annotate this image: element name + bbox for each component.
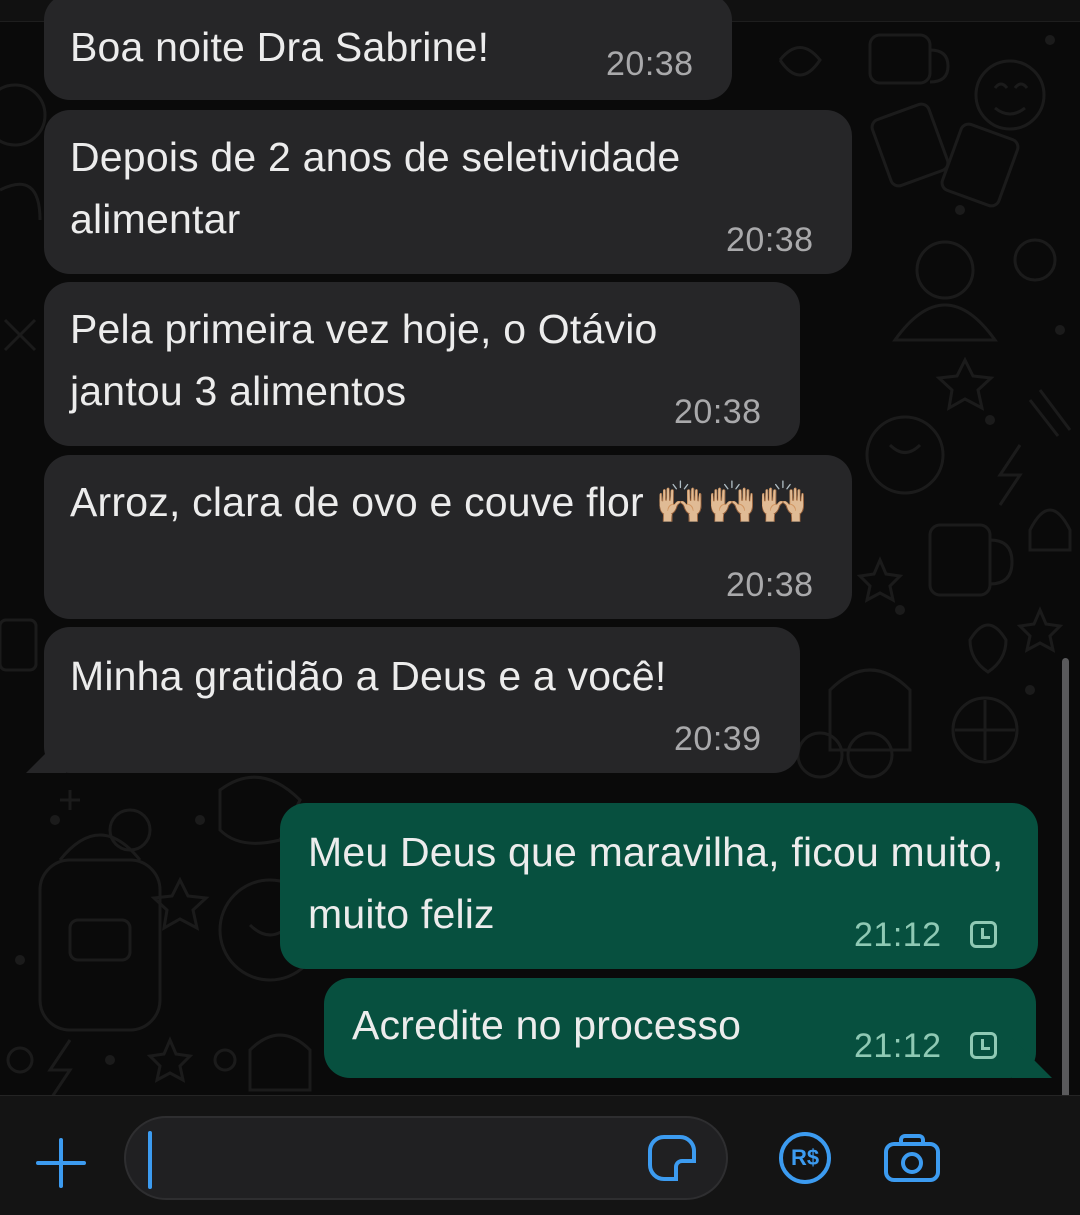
incoming-message[interactable]: Boa noite Dra Sabrine! 20:38 [44,0,732,100]
message-time: 20:39 [674,720,762,758]
incoming-message[interactable]: Arroz, clara de ovo e couve flor 🙌🏼🙌🏼🙌🏼 … [44,455,852,619]
payment-label: R$ [790,1145,820,1170]
payment-button[interactable]: R$ [779,1132,831,1184]
message-time: 20:38 [674,393,762,431]
message-time: 20:38 [726,221,814,259]
message-time: 20:38 [606,45,694,83]
message-time: 20:38 [726,566,814,604]
clock-pending-icon [970,921,997,948]
message-text: Depois de 2 anos de seletividade aliment… [70,134,681,242]
text-cursor [148,1131,152,1189]
outgoing-message[interactable]: Meu Deus que maravilha, ficou muito, mui… [280,803,1038,969]
message-input[interactable] [124,1116,728,1200]
message-text: Arroz, clara de ovo e couve flor 🙌🏼🙌🏼🙌🏼 [70,479,810,525]
sticker-icon[interactable] [648,1135,696,1181]
incoming-message[interactable]: Pela primeira vez hoje, o Otávio jantou … [44,282,800,446]
clock-pending-icon [970,1032,997,1059]
message-time: 21:12 [854,916,942,954]
camera-icon[interactable] [882,1132,942,1184]
scrollbar[interactable] [1062,658,1069,1095]
message-time: 21:12 [854,1027,942,1065]
chat-message-list[interactable]: Boa noite Dra Sabrine! 20:38 Depois de 2… [0,0,1080,1095]
camera-lens [901,1152,923,1174]
message-text: Pela primeira vez hoje, o Otávio jantou … [70,306,658,414]
incoming-message[interactable]: Depois de 2 anos de seletividade aliment… [44,110,852,274]
message-text: Minha gratidão a Deus e a você! [70,653,667,699]
chat-screen: Boa noite Dra Sabrine! 20:38 Depois de 2… [0,0,1080,1215]
outgoing-message[interactable]: Acredite no processo 21:12 [324,978,1036,1078]
plus-icon[interactable] [34,1137,88,1191]
incoming-message[interactable]: Minha gratidão a Deus e a você! 20:39 [44,627,800,773]
